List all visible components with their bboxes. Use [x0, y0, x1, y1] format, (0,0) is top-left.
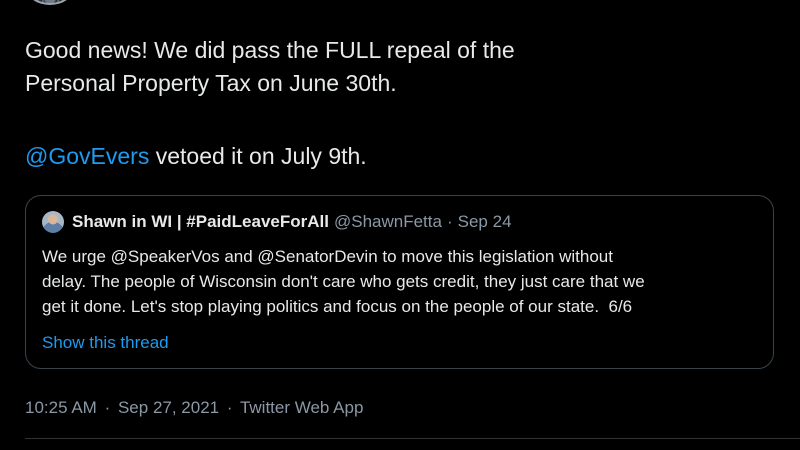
quoted-tweet-date[interactable]: Sep 24	[458, 212, 512, 232]
quoted-author-name[interactable]: Shawn in WI | #PaidLeaveForAll	[72, 212, 329, 232]
tweet-date[interactable]: Sep 27, 2021	[118, 398, 219, 417]
divider	[25, 438, 800, 439]
quoted-author-avatar[interactable]	[42, 211, 64, 233]
quoted-author-handle[interactable]: @ShawnFetta	[334, 212, 442, 232]
quoted-tweet-header: Shawn in WI | #PaidLeaveForAll @ShawnFet…	[42, 210, 512, 234]
quoted-body-line: delay. The people of Wisconsin don't car…	[42, 272, 645, 291]
tweet-text-line: Personal Property Tax on June 30th.	[25, 70, 397, 96]
tweet-time[interactable]: 10:25 AM	[25, 398, 97, 417]
quoted-body-line: We urge @SpeakerVos and @SenatorDevin to…	[42, 247, 613, 266]
tweet-source-app[interactable]: Twitter Web App	[240, 398, 363, 417]
tweet-text-fragment: vetoed it on July 9th.	[149, 143, 367, 169]
tweet-text-line: @GovEvers vetoed it on July 9th.	[25, 140, 765, 173]
author-avatar[interactable]	[27, 0, 73, 5]
quoted-separator: ·	[446, 212, 453, 231]
mention-link-govevers[interactable]: @GovEvers	[25, 143, 149, 169]
tweet-text-spacer	[25, 100, 765, 140]
tweet-metadata: 10:25 AM · Sep 27, 2021 · Twitter Web Ap…	[25, 396, 363, 420]
quoted-tweet-card[interactable]: Shawn in WI | #PaidLeaveForAll @ShawnFet…	[25, 195, 774, 369]
tweet-text: Good news! We did pass the FULL repeal o…	[25, 34, 765, 173]
tweet-text-line: Good news! We did pass the FULL repeal o…	[25, 37, 515, 63]
quoted-body-line: get it done. Let's stop playing politics…	[42, 297, 633, 316]
show-thread-link[interactable]: Show this thread	[42, 331, 169, 355]
quoted-tweet-body: We urge @SpeakerVos and @SenatorDevin to…	[42, 244, 762, 319]
meta-separator: ·	[226, 398, 233, 417]
meta-separator: ·	[104, 398, 111, 417]
